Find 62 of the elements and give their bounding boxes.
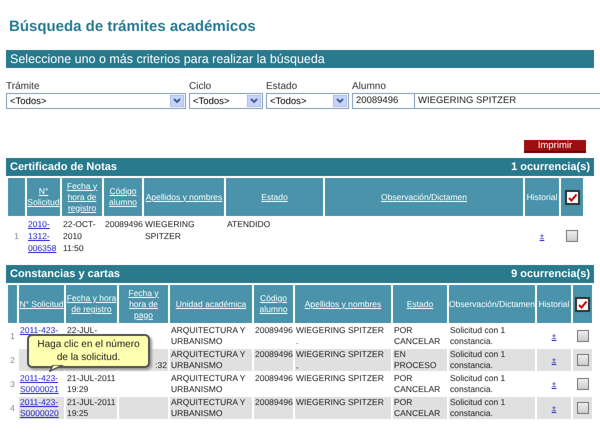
table-cell: 21-JUL-2011 19:25 xyxy=(67,397,116,418)
table-cell: Solicitud con 1 constancia. xyxy=(450,349,506,370)
field-label: Trámite xyxy=(6,81,41,93)
dropdown[interactable]: <Todos> xyxy=(189,93,263,109)
table-cell: WIEGERING SPITZER xyxy=(296,397,384,407)
table-cell: WIEGERING SPITZER , xyxy=(296,349,384,370)
field-label: Alumno xyxy=(352,81,387,93)
row-number: 3 xyxy=(9,378,16,390)
row-number: 4 xyxy=(9,402,16,414)
table-cell: ARQUITECTURA Y URBANISMO xyxy=(171,397,246,418)
history-link[interactable]: ± xyxy=(552,378,556,388)
input-field[interactable]: WIEGERING SPITZER xyxy=(415,93,600,109)
table-cell: EN PROCESO xyxy=(394,349,437,370)
row-number: 1 xyxy=(9,330,16,342)
criteria-bar: Seleccione uno o más criterios para realizar la búsqueda xyxy=(6,50,594,68)
table-cell: :32 xyxy=(155,360,167,370)
table-cell: POR CANCELAR xyxy=(394,397,440,418)
column-header: Historial xyxy=(525,178,559,216)
tooltip: Haga clic en el número de la solicitud. xyxy=(27,334,150,372)
table-cell: 20089496 xyxy=(255,325,293,335)
row-number: 2 xyxy=(9,354,16,366)
column-header: Historial xyxy=(537,285,571,323)
table-cell: 21-JUL-2011 19:29 xyxy=(67,373,116,394)
request-link[interactable]: 2011-423-S0000021 xyxy=(20,373,63,395)
table-cell: WIEGERING SPITZER . xyxy=(296,325,384,346)
dropdown[interactable]: <Todos> xyxy=(6,93,186,109)
result-count: 1 ocurrencia(s) xyxy=(511,161,590,173)
table-cell: 20089496 xyxy=(255,373,293,383)
table-cell: 22-OCT-2010 11:50 xyxy=(63,219,96,253)
table-cell: POR CANCELAR xyxy=(394,373,440,394)
table-cell: 20089496 xyxy=(255,349,293,359)
history-link[interactable]: ± xyxy=(540,231,544,241)
table-cell: WIEGERING SPITZER xyxy=(296,373,384,383)
row-number: 1 xyxy=(13,230,20,243)
field-label: Estado xyxy=(266,81,298,93)
history-link[interactable]: ± xyxy=(552,354,556,364)
result-count: 9 ocurrencia(s) xyxy=(511,268,590,280)
table-cell: 22-JUL- xyxy=(67,325,98,335)
table-cell: ARQUITECTURA Y URBANISMO xyxy=(171,325,246,346)
table-cell: 20089496 xyxy=(255,397,293,407)
section-title: Constancias y cartas xyxy=(10,268,120,280)
table-cell: ATENDIDO xyxy=(227,219,270,229)
input-field[interactable]: 20089496 xyxy=(352,93,415,109)
request-link[interactable]: 2010-1312-006358 xyxy=(28,218,59,254)
request-link[interactable]: 2011-423- xyxy=(20,325,63,336)
column-header: Observación/Dictamen xyxy=(449,285,535,323)
section-title: Certificado de Notas xyxy=(10,161,117,173)
request-link[interactable]: 2011-423-S0000020 xyxy=(20,397,63,419)
table-cell: Solicitud con 1 constancia. xyxy=(450,373,506,394)
table-cell: 20089496 xyxy=(105,219,143,229)
table-cell: POR CANCELAR xyxy=(394,325,440,346)
field-label: Ciclo xyxy=(189,81,212,93)
history-link[interactable]: ± xyxy=(552,330,556,340)
table-cell: ARQUITECTURA Y URBANISMO xyxy=(171,373,246,394)
table-cell: ARQUITECTURA Y URBANISMO xyxy=(171,349,246,370)
dropdown[interactable]: <Todos> xyxy=(266,93,349,109)
print-button[interactable]: Imprimir xyxy=(524,140,586,153)
table-cell: WIEGERING SPITZER xyxy=(145,219,195,241)
history-link[interactable]: ± xyxy=(552,402,556,412)
page-title: Búsqueda de trámites académicos xyxy=(9,18,257,37)
table-cell: Solicitud con 1 constancia. xyxy=(450,325,506,346)
table-cell: Solicitud con 1 constancia. xyxy=(450,397,506,418)
